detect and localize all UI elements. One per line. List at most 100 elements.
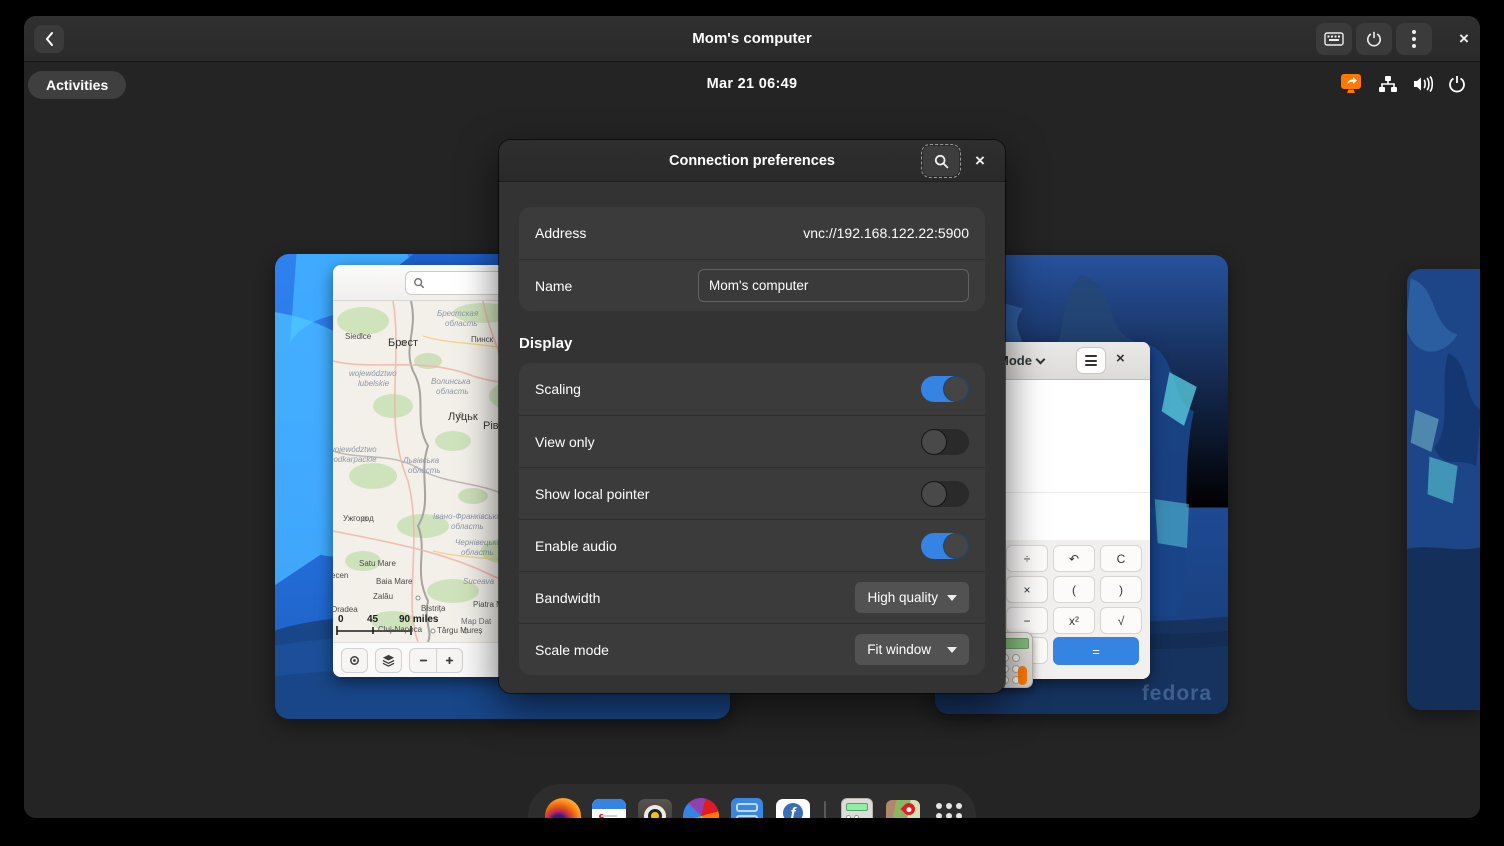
fedora-watermark: fedora bbox=[1142, 682, 1212, 706]
power-icon bbox=[1448, 75, 1466, 93]
map-label: Satu Mare bbox=[359, 559, 396, 568]
scale-mode-label: Scale mode bbox=[535, 642, 609, 658]
dock-item-files[interactable] bbox=[728, 797, 766, 818]
calc-button[interactable]: ( bbox=[1053, 576, 1095, 603]
keyboard-shortcuts-button[interactable] bbox=[1316, 23, 1352, 55]
connections-app-window: fedora bbox=[24, 16, 1480, 818]
bandwidth-dropdown[interactable]: High quality bbox=[855, 582, 969, 613]
map-label: Map Dat bbox=[461, 617, 491, 626]
bandwidth-value: High quality bbox=[867, 590, 938, 605]
dock-item-photos[interactable] bbox=[682, 797, 720, 818]
volume-icon bbox=[1412, 75, 1434, 93]
map-label: Чернівецька bbox=[455, 538, 501, 547]
map-label: województwo bbox=[349, 369, 397, 378]
calc-button[interactable]: ↶ bbox=[1053, 545, 1095, 572]
calc-button[interactable]: √ bbox=[1100, 607, 1142, 634]
search-icon bbox=[413, 277, 425, 289]
map-label: Волинська bbox=[431, 377, 470, 386]
map-label: województwo bbox=[333, 445, 377, 454]
keyboard-icon bbox=[1324, 32, 1344, 46]
name-label: Name bbox=[535, 278, 572, 294]
show-local-pointer-toggle[interactable] bbox=[921, 481, 969, 507]
map-label: lubelskie bbox=[358, 379, 389, 388]
map-label: ecen bbox=[333, 571, 348, 580]
connection-info-card: Address vnc://192.168.122.22:5900 Name M… bbox=[519, 207, 985, 311]
calc-button[interactable]: C bbox=[1100, 545, 1142, 572]
display-settings-card: Scaling View only Show local pointer bbox=[519, 363, 985, 675]
dock-item-maps[interactable] bbox=[884, 797, 922, 818]
view-only-row: View only bbox=[519, 415, 985, 467]
system-tray[interactable] bbox=[1338, 63, 1466, 105]
map-label: Bistrița bbox=[421, 604, 445, 613]
calculator-close-icon[interactable]: × bbox=[1116, 350, 1125, 367]
photos-icon bbox=[679, 794, 723, 818]
dock-item-firefox[interactable] bbox=[544, 797, 582, 818]
zoom-out-button[interactable] bbox=[409, 648, 436, 673]
map-label: Siedlce bbox=[345, 332, 371, 341]
locate-button[interactable] bbox=[341, 648, 368, 673]
scale-mode-dropdown[interactable]: Fit window bbox=[855, 634, 969, 665]
map-label: Piatra N bbox=[473, 600, 502, 609]
send-power-button[interactable] bbox=[1356, 23, 1392, 55]
address-value: vnc://192.168.122.22:5900 bbox=[803, 225, 969, 241]
window-preview-remote-desktop-far-right[interactable] bbox=[1407, 269, 1480, 710]
firefox-icon bbox=[545, 798, 581, 818]
calc-button[interactable]: x² bbox=[1053, 607, 1095, 634]
map-label: область bbox=[408, 466, 441, 475]
scaling-row: Scaling bbox=[519, 363, 985, 415]
map-label: Івано-Франківська bbox=[433, 512, 501, 521]
dialog-search-button[interactable] bbox=[923, 146, 959, 176]
zoom-in-button[interactable] bbox=[436, 648, 463, 673]
layers-button[interactable] bbox=[375, 648, 402, 673]
map-label: область bbox=[445, 319, 478, 328]
dock-item-calendar[interactable] bbox=[590, 797, 628, 818]
window-menu-button[interactable] bbox=[1396, 23, 1432, 55]
connections-headerbar: Mom's computer bbox=[24, 16, 1480, 62]
calc-button-equals[interactable]: = bbox=[1053, 637, 1139, 665]
map-label: 0 bbox=[338, 614, 344, 625]
calculator-menu-button[interactable] bbox=[1076, 347, 1106, 374]
dock-item-music[interactable] bbox=[636, 797, 674, 818]
enable-audio-label: Enable audio bbox=[535, 538, 617, 554]
calendar-icon bbox=[592, 799, 626, 818]
scale-mode-row: Scale mode Fit window bbox=[519, 623, 985, 675]
dock-item-app-grid[interactable] bbox=[930, 797, 968, 818]
dock-item-fedora-media-writer[interactable]: f bbox=[774, 797, 812, 818]
dock-separator bbox=[824, 801, 826, 818]
calc-button[interactable]: × bbox=[1006, 576, 1048, 603]
chevron-down-icon bbox=[1036, 354, 1046, 364]
calc-button[interactable]: ÷ bbox=[1006, 545, 1048, 572]
power-icon bbox=[1366, 31, 1382, 47]
back-button[interactable] bbox=[34, 25, 64, 53]
view-only-toggle[interactable] bbox=[921, 429, 969, 455]
scaling-label: Scaling bbox=[535, 381, 581, 397]
dialog-body: Address vnc://192.168.122.22:5900 Name M… bbox=[499, 182, 1005, 693]
map-label: Львівська bbox=[403, 456, 439, 465]
locate-icon bbox=[348, 654, 361, 667]
app-grid-icon bbox=[936, 803, 962, 818]
calculator-icon bbox=[841, 798, 873, 818]
show-local-pointer-label: Show local pointer bbox=[535, 486, 649, 502]
layers-icon bbox=[382, 654, 395, 667]
dock: f bbox=[528, 784, 976, 818]
enable-audio-toggle[interactable] bbox=[921, 533, 969, 559]
kebab-menu-icon bbox=[1412, 30, 1416, 48]
display-section-title: Display bbox=[519, 335, 985, 352]
address-row: Address vnc://192.168.122.22:5900 bbox=[519, 207, 985, 259]
name-input[interactable]: Mom's computer bbox=[698, 269, 969, 302]
dialog-close-button[interactable]: × bbox=[965, 146, 995, 176]
shell-top-bar: Activities Mar 21 06:49 bbox=[24, 63, 1480, 105]
screen: fedora bbox=[0, 0, 1504, 846]
scaling-toggle[interactable] bbox=[921, 376, 969, 402]
close-window-button[interactable]: × bbox=[1448, 23, 1480, 55]
map-label: podkarpackie bbox=[333, 455, 377, 464]
plus-icon bbox=[444, 655, 455, 666]
show-local-pointer-row: Show local pointer bbox=[519, 467, 985, 519]
map-label: 45 bbox=[367, 614, 378, 625]
calc-button[interactable]: ) bbox=[1100, 576, 1142, 603]
bandwidth-row: Bandwidth High quality bbox=[519, 571, 985, 623]
calc-button[interactable]: − bbox=[1006, 607, 1048, 634]
clock[interactable]: Mar 21 06:49 bbox=[24, 63, 1480, 105]
dock-item-calculator[interactable] bbox=[838, 797, 876, 818]
map-label: Târgu Mureș bbox=[437, 626, 482, 635]
